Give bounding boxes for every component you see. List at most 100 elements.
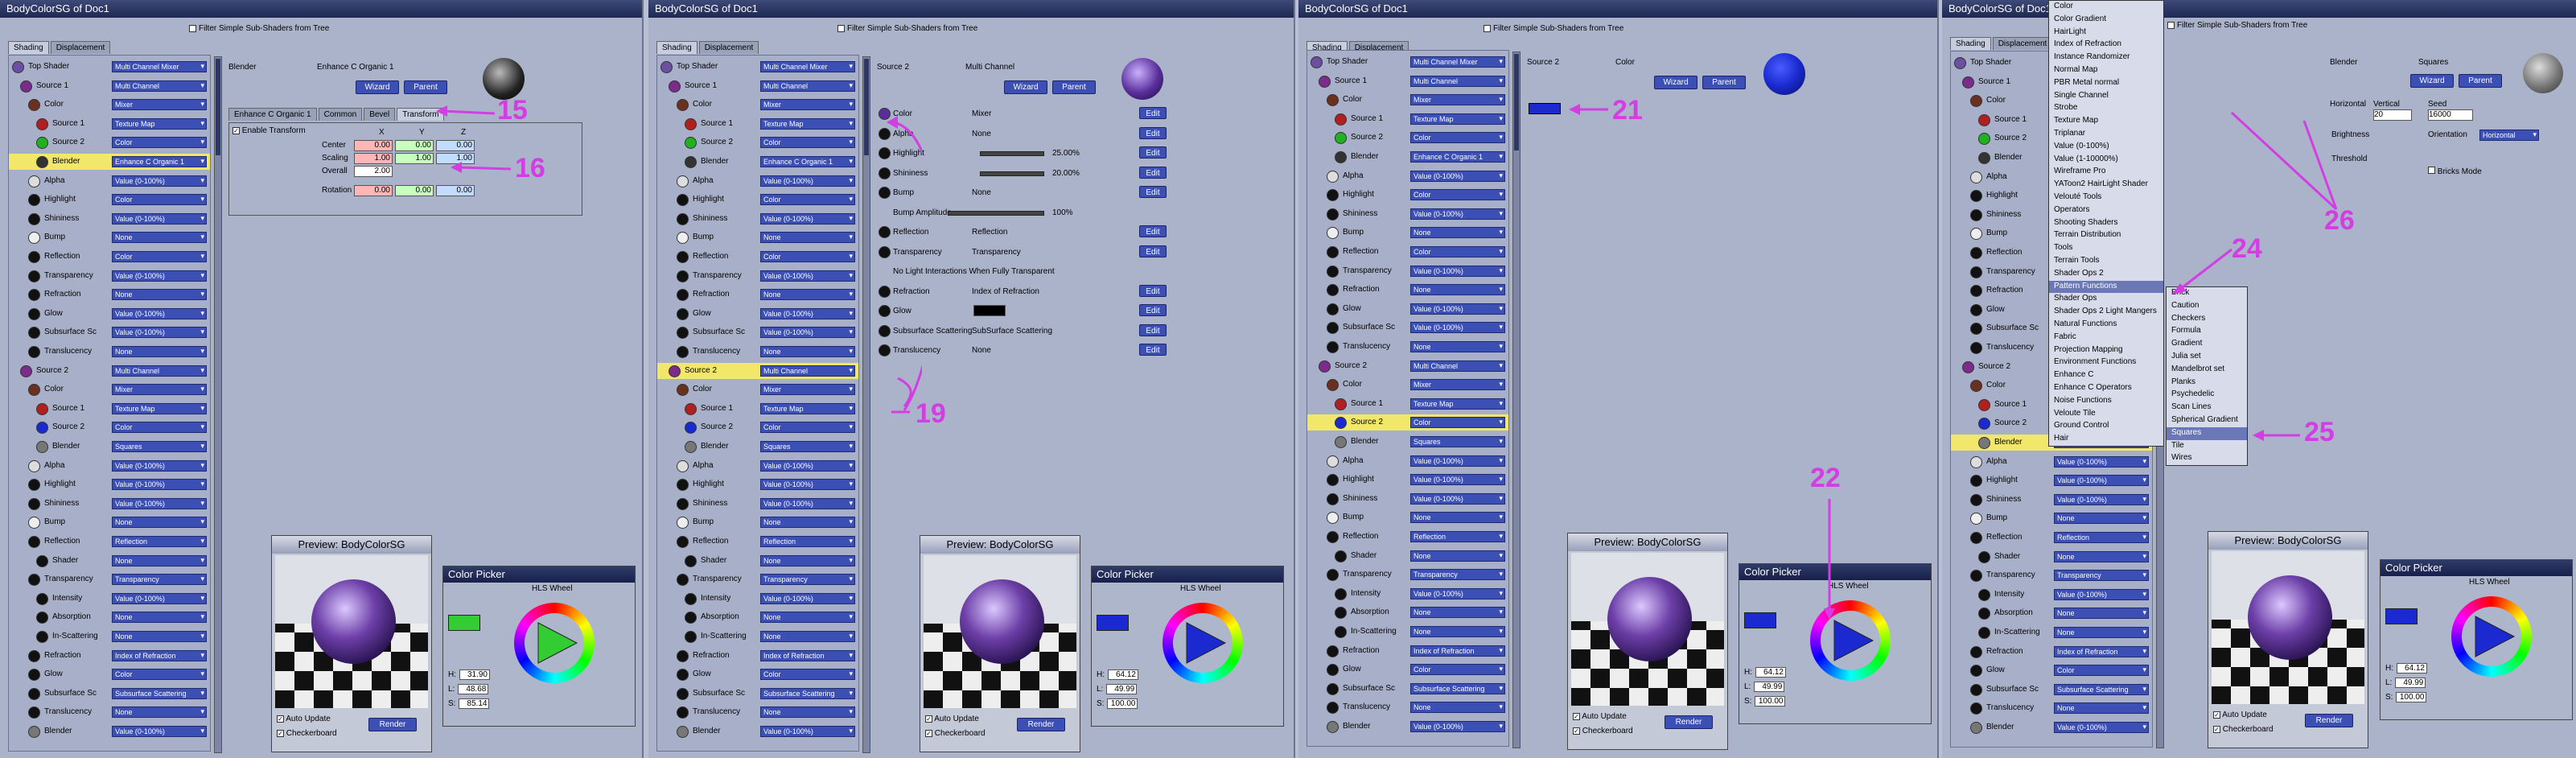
filter-checkbox[interactable] [189, 25, 196, 32]
overall-value[interactable]: 2.00 [354, 166, 393, 177]
tree-row-select[interactable]: Subsurface Scattering [760, 687, 855, 699]
tree-row[interactable]: Alpha Value (0-100%) [9, 173, 210, 189]
edit-button[interactable]: Edit [1139, 323, 1167, 336]
tree-row-select[interactable]: Enhance C Organic 1 [112, 156, 207, 167]
menu-item[interactable]: Index of Refraction [2049, 39, 2163, 51]
tree-row-select[interactable]: Value (0-100%) [112, 307, 207, 319]
tree-row[interactable]: Translucency None [1951, 700, 2152, 716]
tree-row[interactable]: Bump None [657, 514, 858, 530]
tree-row-select[interactable]: Value (0-100%) [112, 479, 207, 491]
edit-button[interactable]: Edit [1139, 146, 1167, 159]
bricks-mode[interactable]: Bricks Mode [2428, 167, 2482, 176]
glow-swatch[interactable] [973, 305, 1006, 316]
parent-button[interactable]: Parent [404, 80, 447, 94]
tree-row-select[interactable]: Color [1410, 664, 1505, 676]
tree-row-select[interactable]: None [760, 631, 855, 642]
tree-row[interactable]: Refraction Index of Refraction [1951, 644, 2152, 660]
tree-row[interactable]: Source 1 Multi Channel [657, 78, 858, 94]
tree-row[interactable]: Refraction Index of Refraction [9, 648, 210, 664]
render-button[interactable]: Render [2305, 714, 2353, 727]
tab-displacement[interactable]: Displacement [698, 41, 759, 54]
wizard-button[interactable]: Wizard [356, 80, 399, 94]
tree-row[interactable]: Subsurface Sc Subsurface Scattering [9, 686, 210, 702]
tree-row-select[interactable]: Multi Channel Mixer [760, 61, 855, 72]
edit-button[interactable]: Edit [1139, 304, 1167, 316]
tree-row-select[interactable]: Value (0-100%) [760, 497, 855, 509]
tree-row-select[interactable]: None [1410, 702, 1505, 714]
tree-row[interactable]: Highlight Color [9, 192, 210, 208]
tree-row[interactable]: Highlight Value (0-100%) [657, 476, 858, 492]
rotation-z[interactable]: 0.00 [436, 185, 475, 196]
saturation-field[interactable]: S: 100.00 [1097, 698, 1138, 709]
menu-item[interactable]: Color Gradient [2049, 14, 2163, 27]
tree-row-select[interactable]: Transparency [2054, 570, 2149, 582]
tree-row[interactable]: Subsurface Sc Subsurface Scattering [1951, 682, 2152, 698]
render-button[interactable]: Render [368, 718, 417, 731]
tree-row-select[interactable]: Index of Refraction [112, 649, 207, 661]
tree-row-select[interactable]: None [112, 346, 207, 357]
tree-row-select[interactable]: Value (0-100%) [760, 459, 855, 472]
render-button[interactable]: Render [1665, 715, 1713, 729]
tree-row[interactable]: Glow Color [1307, 661, 1508, 678]
auto-update-option[interactable]: ✓ Auto Update [277, 715, 331, 723]
tree-row[interactable]: Source 1Texture Map [9, 116, 210, 132]
hue-field[interactable]: H: 64.12 [1744, 667, 1786, 678]
tree-row-select[interactable]: None [112, 289, 207, 301]
tree-row-select[interactable]: None [112, 517, 207, 529]
tree-row[interactable]: Shader None [657, 553, 858, 569]
hue-field[interactable]: H: 64.12 [1097, 669, 1138, 680]
tree-row-select[interactable]: Multi Channel [112, 365, 207, 377]
tree-row-select[interactable]: Multi Channel [760, 80, 855, 92]
auto-update-option[interactable]: ✓ Auto Update [1573, 712, 1627, 721]
tree-row[interactable]: Intensity Value (0-100%) [1951, 587, 2152, 603]
scaling-y[interactable]: 1.00 [395, 153, 434, 164]
subtab-enhance[interactable]: Enhance C Organic 1 [228, 108, 317, 121]
tree-row-select[interactable]: None [112, 554, 207, 566]
tree-row[interactable]: Alpha Value (0-100%) [657, 458, 858, 474]
tree-row-select[interactable]: Value (0-100%) [1410, 721, 1505, 732]
tree-row-select[interactable]: Value (0-100%) [112, 270, 207, 282]
edit-button[interactable]: Edit [1139, 126, 1167, 139]
wizard-button[interactable]: Wizard [2410, 74, 2454, 88]
checkerboard-option[interactable]: ✓ Checkerboard [2213, 725, 2274, 734]
tree-row[interactable]: In-Scattering None [1951, 624, 2152, 641]
rotation-y[interactable]: 0.00 [395, 185, 434, 196]
tree-row-select[interactable]: Transparency [112, 574, 207, 586]
tree-row-select[interactable]: None [2054, 608, 2149, 620]
tree-row[interactable]: Reflection Reflection [9, 533, 210, 550]
menu-item[interactable]: PBR Metal normal [2049, 77, 2163, 90]
parent-button[interactable]: Parent [1052, 80, 1096, 94]
tree-row[interactable]: Source 1 Multi Channel [9, 78, 210, 94]
tree-row[interactable]: Refraction Index of Refraction [657, 648, 858, 664]
tree-row-select[interactable]: Squares [760, 441, 855, 452]
menu-item[interactable]: Instance Randomizer [2049, 51, 2163, 64]
lightness-field[interactable]: L: 48.68 [448, 684, 489, 694]
tree-row[interactable]: Absorption None [657, 609, 858, 625]
filter-option[interactable]: Filter Simple Sub-Shaders from Tree [189, 24, 329, 33]
auto-update-option[interactable]: ✓ Auto Update [925, 715, 979, 723]
tree-row[interactable]: Top Shader Multi Channel Mixer [1307, 54, 1508, 70]
menu-item[interactable]: HairLight [2049, 27, 2163, 39]
tree-row[interactable]: Source 2 Multi Channel [9, 363, 210, 379]
tree-row-select[interactable]: None [760, 707, 855, 719]
tree-row-select[interactable]: Index of Refraction [1410, 645, 1505, 657]
tree-row[interactable]: Blender Value (0-100%) [1307, 719, 1508, 735]
tree-row[interactable]: BlenderSquares [657, 439, 858, 455]
tree-row-select[interactable]: None [2054, 702, 2149, 715]
tree-row[interactable]: Glow Color [657, 666, 858, 682]
tree-row-select[interactable]: None [760, 517, 855, 529]
tree-row-select[interactable]: Reflection [112, 536, 207, 547]
seed-field[interactable]: 16000 [2428, 109, 2473, 121]
tree-row[interactable]: Subsurface Sc Value (0-100%) [9, 324, 210, 340]
tree-row[interactable]: Top Shader Multi Channel Mixer [657, 59, 858, 75]
tree-row-select[interactable]: None [112, 232, 207, 244]
hls-triangle[interactable] [1162, 603, 1243, 683]
tree-row-select[interactable]: None [760, 554, 855, 566]
tree-row-select[interactable]: None [2054, 513, 2149, 525]
tree-row-select[interactable]: Multi Channel Mixer [112, 61, 207, 72]
hue-field[interactable]: H: 64.12 [2385, 663, 2427, 674]
tree-row[interactable]: Shininess Value (0-100%) [1951, 492, 2152, 508]
tree-row-select[interactable]: Mixer [112, 99, 207, 111]
scaling-x[interactable]: 1.00 [354, 153, 393, 164]
parent-button[interactable]: Parent [2459, 74, 2502, 88]
